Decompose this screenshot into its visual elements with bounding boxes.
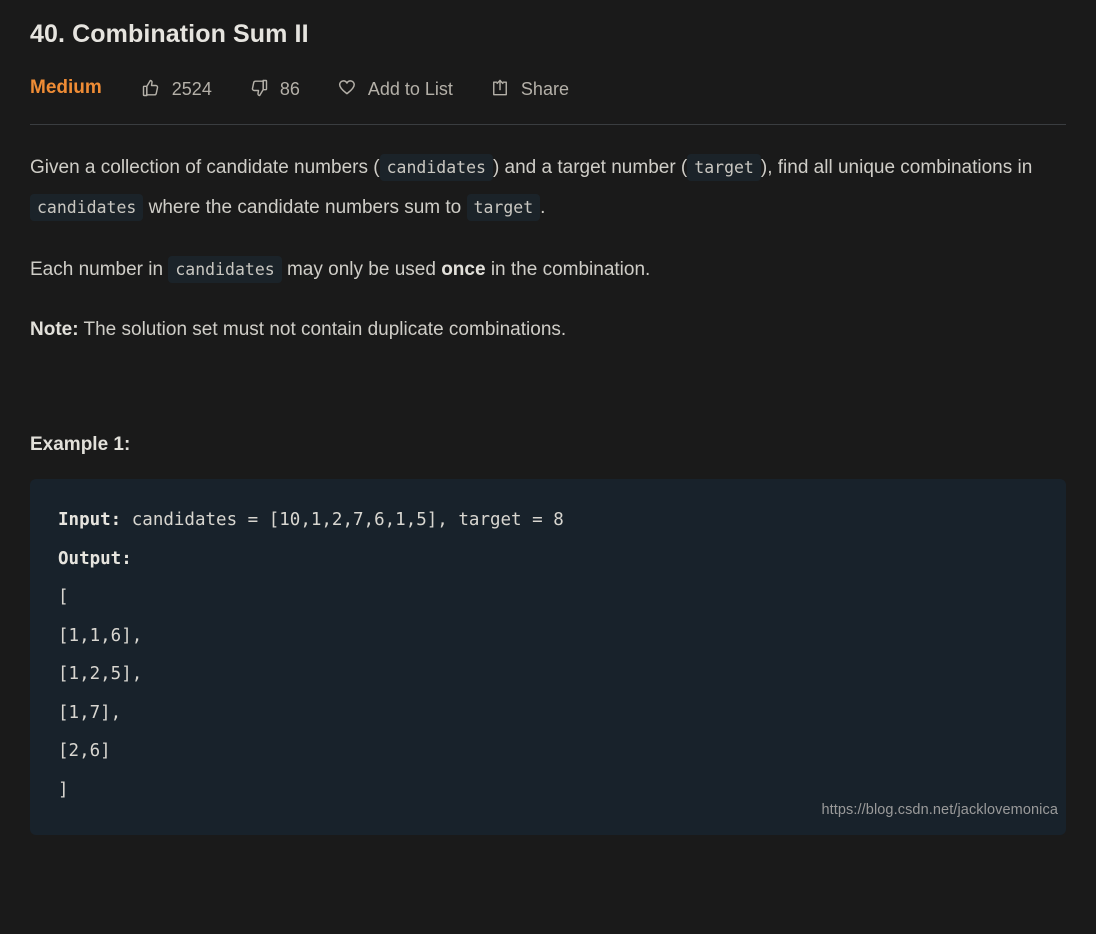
output-label: Output: xyxy=(58,548,132,569)
desc-text-1: Given a collection of candidate numbers … xyxy=(30,157,380,178)
page-title: 40. Combination Sum II xyxy=(30,20,309,48)
share-button[interactable]: Share xyxy=(489,77,569,99)
description-note: Note: The solution set must not contain … xyxy=(30,310,1060,350)
dislike-count: 86 xyxy=(279,79,300,99)
code-line-output: [ xyxy=(58,587,69,607)
inline-code-target-2: target xyxy=(466,194,541,221)
inline-code-candidates-1: candidates xyxy=(379,154,493,181)
code-line-output: [1,1,6], xyxy=(58,625,143,646)
description-paragraph-1: Given a collection of candidate numbers … xyxy=(30,148,1060,228)
desc2-text-2: may only be used xyxy=(286,259,436,280)
code-line-output-label: Output: xyxy=(58,540,1038,579)
code-line-output: [2,6] xyxy=(58,741,111,761)
desc2-text-1: Each number in xyxy=(30,259,164,280)
desc-text-3: ), find all unique combinations in xyxy=(760,157,1033,178)
desc-text-4: where the candidate numbers sum to xyxy=(148,197,462,218)
code-line-output: [1,2,5], xyxy=(58,664,143,684)
problem-content: Given a collection of candidate numbers … xyxy=(30,125,1066,835)
input-label: Input: xyxy=(58,510,122,530)
problem-meta-row: Medium 2524 86 Add to List Share xyxy=(30,68,1066,108)
like-count: 2524 xyxy=(171,79,212,99)
inline-code-candidates-3: candidates xyxy=(168,256,282,283)
example-code-block: Input: candidates = [10,1,2,7,6,1,5], ta… xyxy=(30,479,1066,835)
thumbs-down-icon xyxy=(248,77,270,99)
share-label: Share xyxy=(520,79,569,99)
thumbs-up-icon xyxy=(140,77,162,99)
example-heading: Example 1: xyxy=(30,434,131,455)
heart-icon xyxy=(336,77,358,99)
inline-code-target-1: target xyxy=(687,154,761,181)
code-line-input: Input: candidates = [10,1,2,7,6,1,5], ta… xyxy=(58,501,1038,540)
desc2-text-3: in the combination. xyxy=(490,259,651,280)
add-to-list-button[interactable]: Add to List xyxy=(336,77,453,99)
problem-page: 40. Combination Sum II Medium 2524 86 Ad… xyxy=(0,0,1096,934)
inline-code-candidates-2: candidates xyxy=(30,194,144,221)
difficulty-badge: Medium xyxy=(30,77,102,98)
like-button[interactable]: 2524 xyxy=(140,77,212,99)
desc-text-2: ) and a target number ( xyxy=(492,157,688,178)
desc-text-5: . xyxy=(540,197,546,218)
add-to-list-label: Add to List xyxy=(367,79,453,99)
dislike-button[interactable]: 86 xyxy=(248,77,300,99)
watermark: https://blog.csdn.net/jacklovemonica xyxy=(821,801,1058,818)
input-value: candidates = [10,1,2,7,6,1,5], target = … xyxy=(121,510,564,530)
desc2-emphasis-once: once xyxy=(441,259,486,280)
note-text: The solution set must not contain duplic… xyxy=(83,319,567,340)
description-paragraph-2: Each number in candidates may only be us… xyxy=(30,250,1060,290)
code-line-output: [1,7], xyxy=(58,702,122,723)
share-icon xyxy=(489,77,511,99)
note-label: Note: xyxy=(30,319,79,340)
